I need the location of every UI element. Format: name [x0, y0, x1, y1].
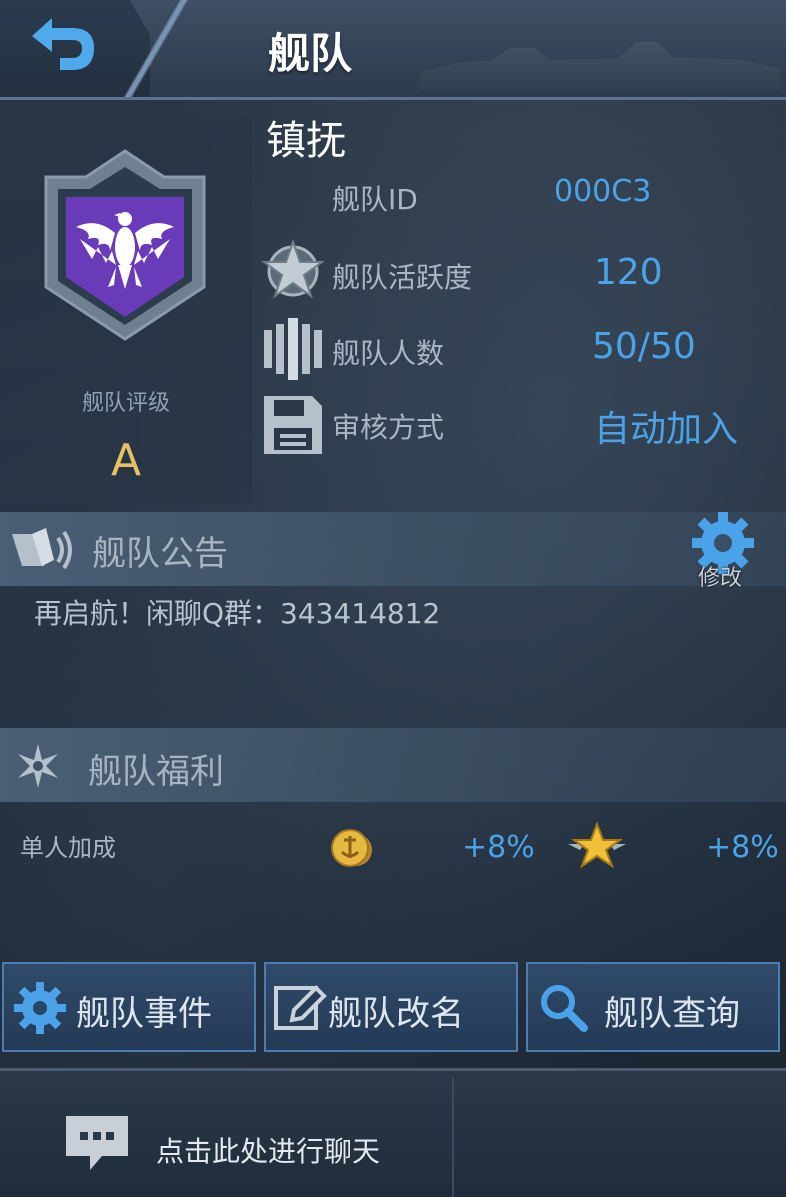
fleet-members-value: 50/50 [592, 326, 696, 367]
gear-icon [14, 982, 66, 1034]
floppy-disk-icon [264, 396, 322, 454]
back-arrow-icon [32, 18, 94, 70]
search-icon [541, 985, 588, 1032]
gold-star-icon [568, 822, 626, 869]
coin-bonus-value: +8% [462, 830, 535, 865]
fleet-review-row: 审核方式 自动加入 [260, 392, 780, 454]
back-panel-edge [118, 0, 198, 97]
chat-bubble-icon [66, 1116, 128, 1170]
welfare-section-header: 舰队福利 [0, 728, 786, 802]
fleet-name: 镇抚 [266, 118, 346, 164]
fleet-rename-button[interactable]: 舰队改名 [264, 962, 518, 1052]
notice-section-title: 舰队公告 [92, 534, 228, 574]
fleet-rename-label: 舰队改名 [328, 994, 464, 1034]
header-bar: 舰队 [0, 0, 786, 100]
notice-section-header: 舰队公告 [0, 512, 786, 586]
silver-star-icon [260, 238, 326, 299]
fleet-emblem-panel: 舰队评级 A [0, 117, 252, 505]
gold-coin-icon [331, 829, 372, 867]
fleet-search-label: 舰队查询 [604, 994, 740, 1034]
fleet-activity-value: 120 [594, 252, 663, 293]
snowflake-star-icon [18, 744, 58, 788]
fleet-activity-row: 舰队活跃度 120 [260, 238, 780, 299]
fleet-id-label: 舰队ID [332, 183, 418, 216]
eagle-emblem-icon [44, 149, 206, 341]
fleet-review-label: 审核方式 [332, 411, 445, 444]
fleet-id-value: 000C3 [554, 174, 652, 209]
fleet-events-label: 舰队事件 [76, 994, 212, 1034]
members-bars-icon [264, 318, 322, 380]
fleet-members-label: 舰队人数 [332, 337, 445, 370]
fleet-members-row: 舰队人数 50/50 [260, 316, 780, 380]
edit-notice-label: 修改 [698, 566, 743, 591]
fleet-rating-value: A [110, 435, 142, 486]
welfare-section-title: 舰队福利 [88, 752, 224, 792]
edit-pencil-icon [274, 985, 327, 1030]
chat-button[interactable]: 点击此处进行聊天 [0, 1072, 450, 1197]
header-ship-art [420, 42, 780, 90]
fleet-rating-label: 舰队评级 [81, 391, 170, 416]
fleet-review-value: 自动加入 [594, 409, 739, 450]
announcement-icon [12, 528, 72, 570]
fleet-activity-label: 舰队活跃度 [332, 261, 473, 294]
star-bonus-value: +8% [706, 830, 779, 865]
welfare-row-label: 单人加成 [20, 834, 116, 862]
notice-text: 再启航！闲聊Q群：343414812 [34, 597, 441, 630]
fleet-id-row: 舰队ID 000C3 [260, 172, 780, 232]
fleet-search-button[interactable]: 舰队查询 [526, 962, 780, 1052]
chat-divider [452, 1078, 454, 1197]
page-title: 舰队 [267, 29, 352, 78]
chat-label: 点击此处进行聊天 [156, 1135, 381, 1168]
back-button[interactable] [22, 14, 102, 76]
fleet-events-button[interactable]: 舰队事件 [2, 962, 256, 1052]
